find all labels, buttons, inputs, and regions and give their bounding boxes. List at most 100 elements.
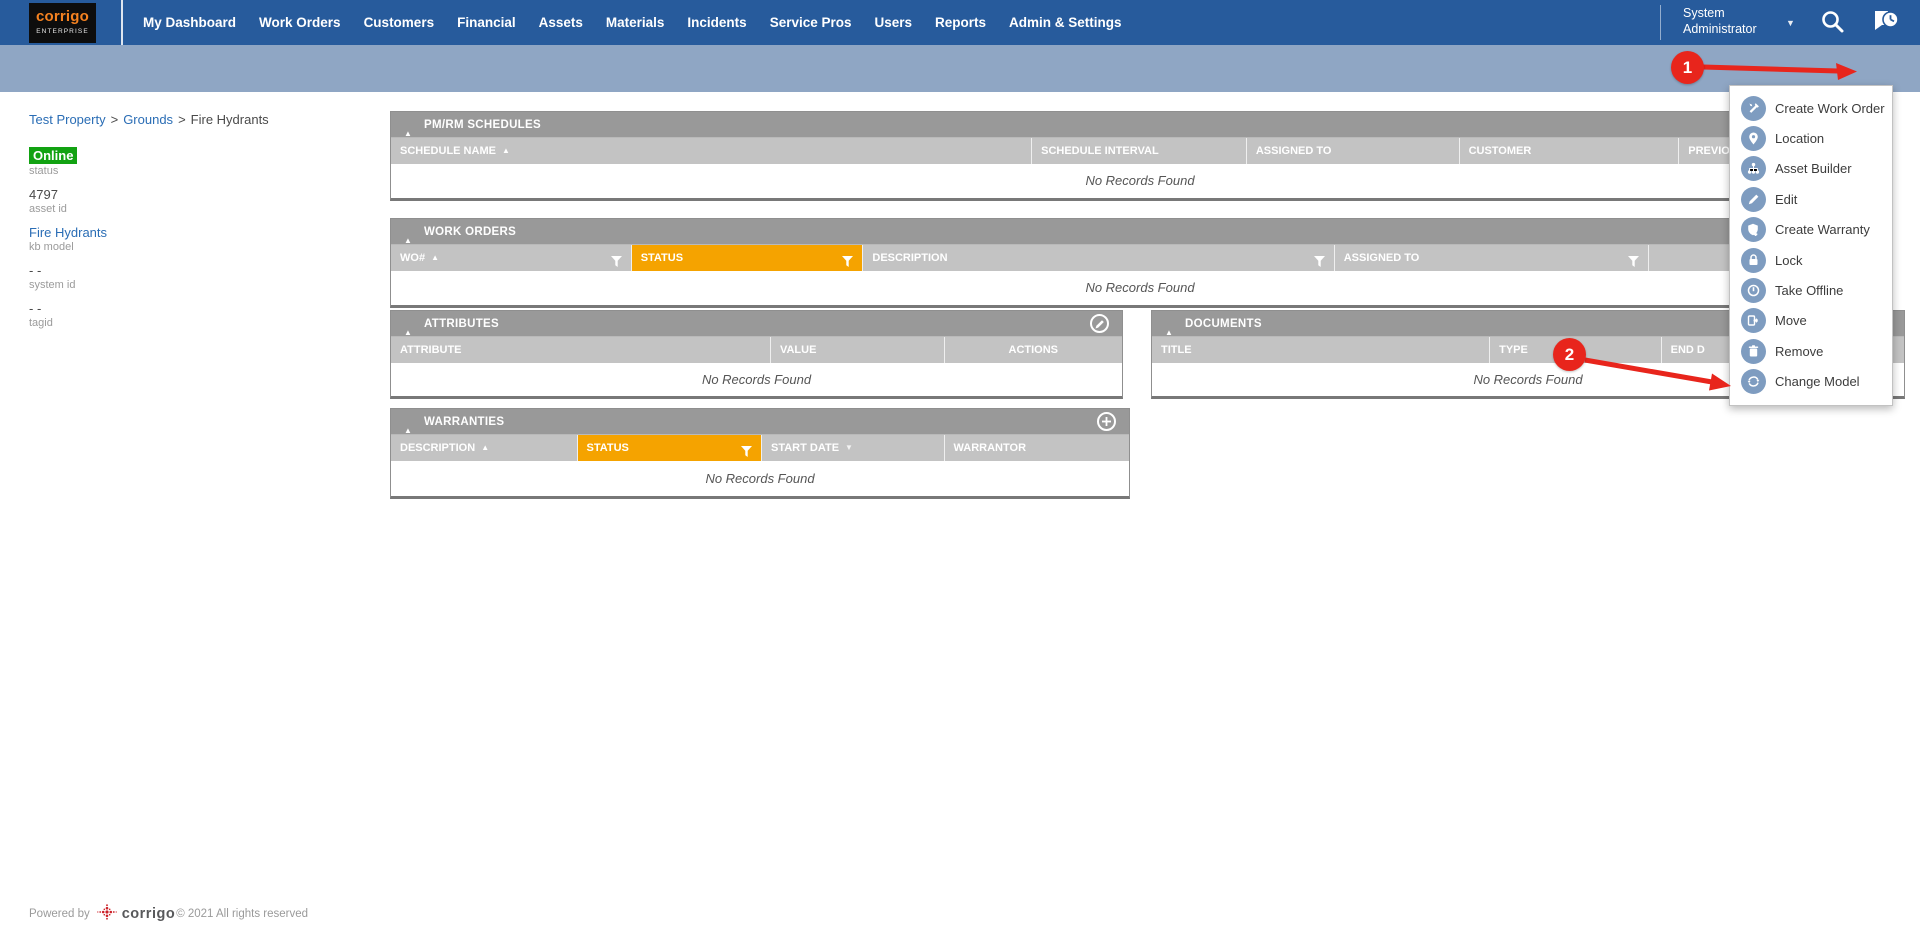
- attributes-panel: ▲ ATTRIBUTES ATTRIBUTE VALUE ACTIONS No …: [390, 310, 1123, 399]
- menu-item-edit[interactable]: Edit: [1730, 184, 1892, 214]
- add-warranty-button[interactable]: [1097, 412, 1116, 431]
- main-menu: My Dashboard Work Orders Customers Finan…: [143, 0, 1122, 45]
- status-badge: Online: [29, 147, 77, 164]
- column-status[interactable]: STATUS: [632, 245, 864, 271]
- work-orders-panel-title: ▲ WORK ORDERS: [391, 219, 1889, 245]
- warranties-panel: ▲ WARRANTIES DESCRIPTION▲ STATUS START D…: [390, 408, 1130, 499]
- annotation-step-1: 1: [1671, 51, 1704, 84]
- filter-icon[interactable]: [611, 252, 622, 271]
- nav-service-pros[interactable]: Service Pros: [770, 15, 852, 30]
- pmrm-column-headers: SCHEDULE NAME▲ SCHEDULE INTERVAL ASSIGNE…: [391, 138, 1889, 164]
- asset-id-value: 4797: [29, 187, 329, 202]
- search-icon[interactable]: [1820, 9, 1846, 40]
- nav-customers[interactable]: Customers: [364, 15, 435, 30]
- nav-assets[interactable]: Assets: [539, 15, 583, 30]
- column-customer[interactable]: CUSTOMER: [1460, 138, 1680, 164]
- logo-brand-text: corrigo: [29, 8, 96, 25]
- footer: Powered by corrigo © 2021 All rights res…: [29, 903, 308, 924]
- column-status[interactable]: STATUS: [578, 435, 763, 461]
- column-description[interactable]: DESCRIPTION▲: [391, 435, 578, 461]
- nav-admin-settings[interactable]: Admin & Settings: [1009, 15, 1122, 30]
- breadcrumb: Test Property > Grounds > Fire Hydrants: [29, 112, 269, 127]
- warranties-column-headers: DESCRIPTION▲ STATUS START DATE▼ WARRANTO…: [391, 435, 1129, 461]
- column-assigned-to[interactable]: ASSIGNED TO: [1247, 138, 1460, 164]
- breadcrumb-grounds[interactable]: Grounds: [123, 112, 173, 127]
- powered-by-text: Powered by: [29, 908, 90, 920]
- work-orders-column-headers: WO#▲ STATUS DESCRIPTION ASSIGNED TO: [391, 245, 1889, 271]
- column-start-date[interactable]: START DATE▼: [762, 435, 945, 461]
- logo-divider: [121, 0, 123, 45]
- user-caret-icon[interactable]: ▼: [1786, 18, 1795, 28]
- tagid-label: tagid: [29, 317, 329, 329]
- column-wo-number[interactable]: WO#▲: [391, 245, 632, 271]
- plus-icon: [1101, 416, 1112, 427]
- nav-users[interactable]: Users: [875, 15, 913, 30]
- column-title[interactable]: TITLE: [1152, 337, 1490, 363]
- sort-asc-icon[interactable]: ▲: [481, 443, 489, 452]
- corrigo-logo[interactable]: corrigo ENTERPRISE: [29, 3, 96, 43]
- menu-item-remove[interactable]: Remove: [1730, 336, 1892, 366]
- nav-incidents[interactable]: Incidents: [687, 15, 746, 30]
- menu-item-lock[interactable]: Lock: [1730, 245, 1892, 275]
- breadcrumb-separator: >: [111, 112, 119, 127]
- filter-icon[interactable]: [741, 442, 752, 461]
- kb-model-label: kb model: [29, 241, 329, 253]
- refresh-icon: [1741, 369, 1766, 394]
- sort-asc-icon[interactable]: ▲: [502, 146, 510, 155]
- work-orders-empty-row: No Records Found: [391, 271, 1889, 305]
- menu-item-change-model[interactable]: Change Model: [1730, 367, 1892, 397]
- kb-model-link[interactable]: Fire Hydrants: [29, 225, 107, 240]
- work-order-icon: [1741, 96, 1766, 121]
- menu-item-location[interactable]: Location: [1730, 123, 1892, 153]
- column-actions: ACTIONS: [945, 337, 1123, 363]
- sort-desc-icon[interactable]: ▼: [845, 443, 853, 452]
- column-attribute[interactable]: ATTRIBUTE: [391, 337, 771, 363]
- recent-items-icon[interactable]: [1868, 7, 1900, 44]
- pencil-icon: [1741, 187, 1766, 212]
- nav-financial[interactable]: Financial: [457, 15, 516, 30]
- column-description[interactable]: DESCRIPTION: [863, 245, 1334, 271]
- nav-my-dashboard[interactable]: My Dashboard: [143, 15, 236, 30]
- nav-materials[interactable]: Materials: [606, 15, 665, 30]
- edit-attributes-button[interactable]: [1090, 314, 1109, 333]
- asset-actions-menu: Create Work Order Location Asset Builder…: [1729, 85, 1893, 406]
- sort-asc-icon[interactable]: ▲: [431, 253, 439, 262]
- nav-reports[interactable]: Reports: [935, 15, 986, 30]
- copyright-text: © 2021 All rights reserved: [176, 908, 308, 920]
- pmrm-empty-row: No Records Found: [391, 164, 1889, 198]
- menu-item-move[interactable]: Move: [1730, 306, 1892, 336]
- page-header-bar: ASSET | FIRE HYDRANTS ▼: [0, 45, 1920, 92]
- nav-divider: [1660, 5, 1661, 40]
- user-name-line1: System: [1683, 5, 1757, 21]
- filter-icon[interactable]: [1628, 252, 1639, 271]
- column-value[interactable]: VALUE: [771, 337, 945, 363]
- filter-icon[interactable]: [1314, 252, 1325, 271]
- menu-item-asset-builder[interactable]: Asset Builder: [1730, 154, 1892, 184]
- attributes-column-headers: ATTRIBUTE VALUE ACTIONS: [391, 337, 1122, 363]
- work-orders-panel: ▲ WORK ORDERS WO#▲ STATUS DESCRIPTION AS…: [390, 218, 1890, 308]
- system-id-label: system id: [29, 279, 329, 291]
- menu-item-create-work-order[interactable]: Create Work Order: [1730, 93, 1892, 123]
- column-warrantor[interactable]: WARRANTOR: [945, 435, 1130, 461]
- breadcrumb-separator: >: [178, 112, 186, 127]
- menu-item-create-warranty[interactable]: Create Warranty: [1730, 215, 1892, 245]
- attributes-panel-title: ▲ ATTRIBUTES: [391, 311, 1122, 337]
- hierarchy-icon: [1741, 156, 1766, 181]
- status-label: status: [29, 165, 329, 177]
- column-schedule-name[interactable]: SCHEDULE NAME▲: [391, 138, 1032, 164]
- annotation-step-2: 2: [1553, 338, 1586, 371]
- filter-icon[interactable]: [842, 252, 853, 271]
- pencil-icon: [1095, 319, 1105, 329]
- user-menu[interactable]: System Administrator: [1683, 5, 1757, 37]
- column-assigned-to[interactable]: ASSIGNED TO: [1335, 245, 1650, 271]
- user-name-line2: Administrator: [1683, 21, 1757, 37]
- attributes-empty-row: No Records Found: [391, 363, 1122, 396]
- trash-icon: [1741, 339, 1766, 364]
- move-arrow-icon: [1741, 308, 1766, 333]
- column-schedule-interval[interactable]: SCHEDULE INTERVAL: [1032, 138, 1247, 164]
- nav-work-orders[interactable]: Work Orders: [259, 15, 341, 30]
- breadcrumb-test-property[interactable]: Test Property: [29, 112, 106, 127]
- menu-item-take-offline[interactable]: Take Offline: [1730, 275, 1892, 305]
- shield-plus-icon: [1741, 217, 1766, 242]
- breadcrumb-current: Fire Hydrants: [191, 112, 269, 127]
